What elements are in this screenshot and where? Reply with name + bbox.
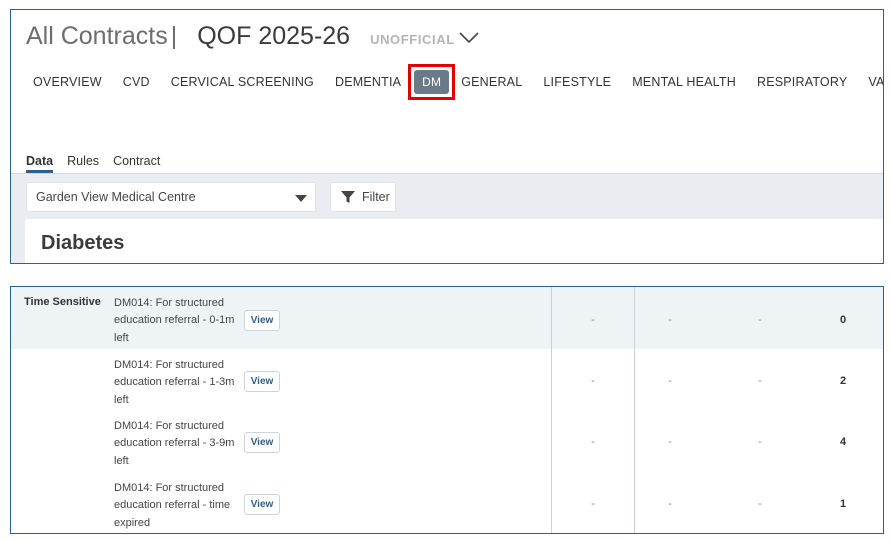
subtab-rules[interactable]: Rules	[67, 154, 99, 173]
view-button[interactable]: View	[244, 310, 280, 331]
nav-tab-overview[interactable]: OVERVIEW	[33, 75, 102, 89]
table-row: DM014: For structured education referral…	[11, 349, 883, 411]
filter-label: Filter	[362, 190, 390, 204]
subtab-contract[interactable]: Contract	[113, 154, 160, 173]
view-button[interactable]: View	[244, 494, 280, 515]
description-line: DM014: For structured	[114, 420, 225, 432]
description-line: education referral - time	[114, 499, 231, 512]
funnel-icon	[341, 191, 355, 203]
description-line: education referral - 1-3m	[114, 376, 235, 389]
table-row: Time Sensitive DM014: For structured edu…	[11, 287, 883, 349]
table-cell: -	[758, 314, 762, 326]
title-row: All Contracts | QOF 2025-26 UNOFFICIAL	[26, 22, 455, 54]
section-title: Diabetes	[41, 232, 125, 254]
contract-title: QOF 2025-26	[197, 22, 351, 50]
column-divider	[634, 287, 635, 533]
table-cell: -	[591, 375, 595, 387]
indicator-description: DM014: For structured education referral…	[114, 295, 242, 347]
view-button[interactable]: View	[244, 371, 280, 392]
description-line: education referral - 3-9m	[114, 437, 235, 450]
practice-select-value: Garden View Medical Centre	[36, 190, 196, 204]
table-cell: -	[758, 498, 762, 510]
table-row: DM014: For structured education referral…	[11, 410, 883, 472]
indicator-description: DM014: For structured education referral…	[114, 480, 242, 532]
section-card: Diabetes	[25, 219, 883, 263]
column-divider	[551, 287, 552, 533]
chevron-down-icon[interactable]	[459, 32, 479, 44]
nav-tab-vaccinations[interactable]: VACCINATIONS	[868, 75, 883, 89]
nav-tab-dm[interactable]: DM	[408, 64, 456, 100]
table-cell: -	[668, 498, 672, 510]
nav-tab-dm-label: DM	[414, 70, 450, 94]
nav-tab-respiratory[interactable]: RESPIRATORY	[757, 75, 847, 89]
table-row: DM014: For structured education referral…	[11, 472, 883, 533]
all-contracts-link[interactable]: All Contracts	[26, 22, 168, 51]
caret-down-icon	[295, 195, 307, 202]
description-line: left	[114, 331, 129, 344]
indicator-description: DM014: For structured education referral…	[114, 357, 242, 409]
nav-tab-general[interactable]: GENERAL	[461, 75, 522, 89]
table-cell: -	[758, 436, 762, 448]
indicator-table: Time Sensitive DM014: For structured edu…	[10, 286, 884, 534]
total-cell: 2	[839, 375, 847, 387]
description-line: left	[114, 454, 129, 467]
filter-button[interactable]: Filter	[330, 182, 396, 212]
nav-tab-lifestyle[interactable]: LIFESTYLE	[543, 75, 611, 89]
practice-select[interactable]: Garden View Medical Centre	[26, 182, 316, 212]
view-button[interactable]: View	[244, 432, 280, 453]
total-cell: 4	[839, 436, 847, 448]
subtab-data[interactable]: Data	[26, 154, 54, 173]
group-label: Time Sensitive	[24, 296, 101, 308]
table-cell: -	[668, 436, 672, 448]
nav-tab-cvd[interactable]: CVD	[123, 75, 150, 89]
description-line: DM014: For structured	[114, 297, 225, 309]
unofficial-badge: UNOFFICIAL	[370, 32, 455, 47]
nav-tab-mental-health[interactable]: MENTAL HEALTH	[632, 75, 736, 89]
table-cell: -	[668, 314, 672, 326]
description-line: expired	[114, 516, 151, 529]
total-cell: 0	[839, 314, 847, 326]
nav-tab-cervical-screening[interactable]: CERVICAL SCREENING	[171, 75, 314, 89]
nav-tab-dementia[interactable]: DEMENTIA	[335, 75, 401, 89]
contract-nav: OVERVIEW CVD CERVICAL SCREENING DEMENTIA…	[26, 64, 883, 100]
table-cell: -	[668, 375, 672, 387]
description-line: left	[114, 393, 129, 406]
table-cell: -	[758, 375, 762, 387]
description-line: DM014: For structured	[114, 359, 225, 371]
total-cell: 1	[839, 498, 847, 510]
description-line: education referral - 0-1m	[114, 314, 235, 327]
table-cell: -	[591, 314, 595, 326]
table-cell: -	[591, 436, 595, 448]
contract-header-panel: All Contracts | QOF 2025-26 UNOFFICIAL O…	[10, 9, 884, 264]
table-cell: -	[591, 498, 595, 510]
description-line: DM014: For structured	[114, 482, 225, 494]
filter-toolbar: Garden View Medical Centre Filter Diabet…	[11, 173, 883, 263]
title-separator: |	[170, 22, 178, 50]
indicator-description: DM014: For structured education referral…	[114, 418, 242, 470]
view-subtabs: Data Rules Contract	[26, 147, 174, 173]
